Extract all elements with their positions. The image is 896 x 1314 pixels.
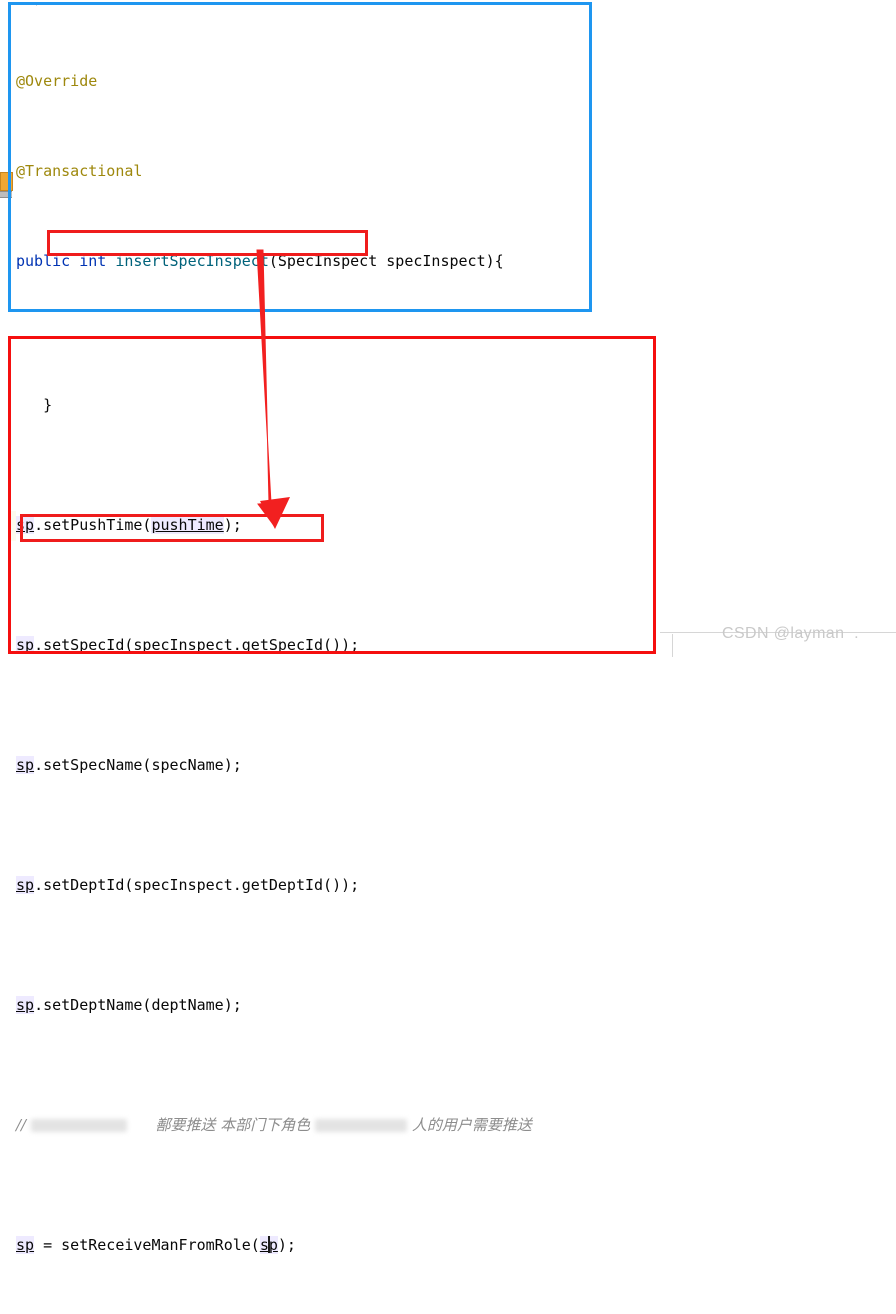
local-var-sp-arg: sp [259, 1236, 278, 1254]
local-var-sp: sp [16, 756, 35, 774]
call-setpushtime: .setPushTime( [34, 516, 152, 534]
local-var-sp: sp [16, 1236, 35, 1254]
redaction-blur-block [315, 1119, 408, 1132]
call-close: ); [223, 516, 242, 534]
annotation-transactional: @Transactional [16, 162, 143, 180]
call-close: ); [277, 1236, 296, 1254]
method-name-insertspecinspect: insertSpecInspect [115, 252, 269, 270]
comment-prefix: // [16, 1116, 31, 1134]
local-var-sp: sp [16, 876, 35, 894]
local-var-sp: sp [16, 996, 35, 1014]
code-line: } [16, 390, 656, 420]
code-line: sp.setPushTime(pushTime); [16, 510, 656, 540]
local-var-sp: sp [16, 636, 35, 654]
code-line: public int insertSpecInspect(SpecInspect… [16, 246, 584, 276]
code-line: sp.setSpecId(specInspect.getSpecId()); [16, 630, 656, 660]
bottom-code-snippet[interactable]: } sp.setPushTime(pushTime); sp.setSpecId… [16, 330, 656, 1314]
gutter-stripe-icon [0, 191, 12, 198]
method-signature-params: (SpecInspect specInspect){ [268, 252, 504, 270]
comment-tail-text: 人的用户需要推送 [407, 1116, 532, 1134]
bookmark-marker-icon[interactable] [0, 172, 13, 191]
code-line: sp.setSpecName(specName); [16, 750, 656, 780]
keyword-int: int [79, 252, 116, 270]
local-var-pushtime: pushTime [151, 516, 224, 534]
call-setspecname: .setSpecName(specName); [34, 756, 242, 774]
comment-middle-text: 鄯要推送 本部门下角色 [126, 1116, 316, 1134]
call-setdeptname: .setDeptName(deptName); [34, 996, 242, 1014]
redaction-blur-block [30, 1119, 127, 1132]
code-line: sp.setDeptName(deptName); [16, 990, 656, 1020]
code-line: @Transactional [16, 156, 584, 186]
closing-brace: } [43, 396, 53, 414]
call-setdeptid: .setDeptId(specInspect.getDeptId()); [34, 876, 360, 894]
right-gutter-rule [672, 634, 673, 657]
annotation-override: @Override [16, 72, 98, 90]
code-line: @Override [16, 66, 584, 96]
keyword-public: public [16, 252, 80, 270]
code-line-comment-redacted: // 鄯要推送 本部门下角色 人的用户需要推送 [16, 1110, 656, 1140]
code-line: sp.setDeptId(specInspect.getDeptId()); [16, 870, 656, 900]
call-setspecid: .setSpecId(specInspect.getSpecId()); [34, 636, 360, 654]
csdn-watermark: CSDN @layman . [722, 625, 859, 642]
sp-arg-second-char: p [268, 1236, 278, 1254]
code-line-current: sp = setReceiveManFromRole(sp); [16, 1230, 656, 1260]
local-var-sp: sp [16, 516, 35, 534]
call-setreceivemanfromrole: = setReceiveManFromRole( [34, 1236, 260, 1254]
